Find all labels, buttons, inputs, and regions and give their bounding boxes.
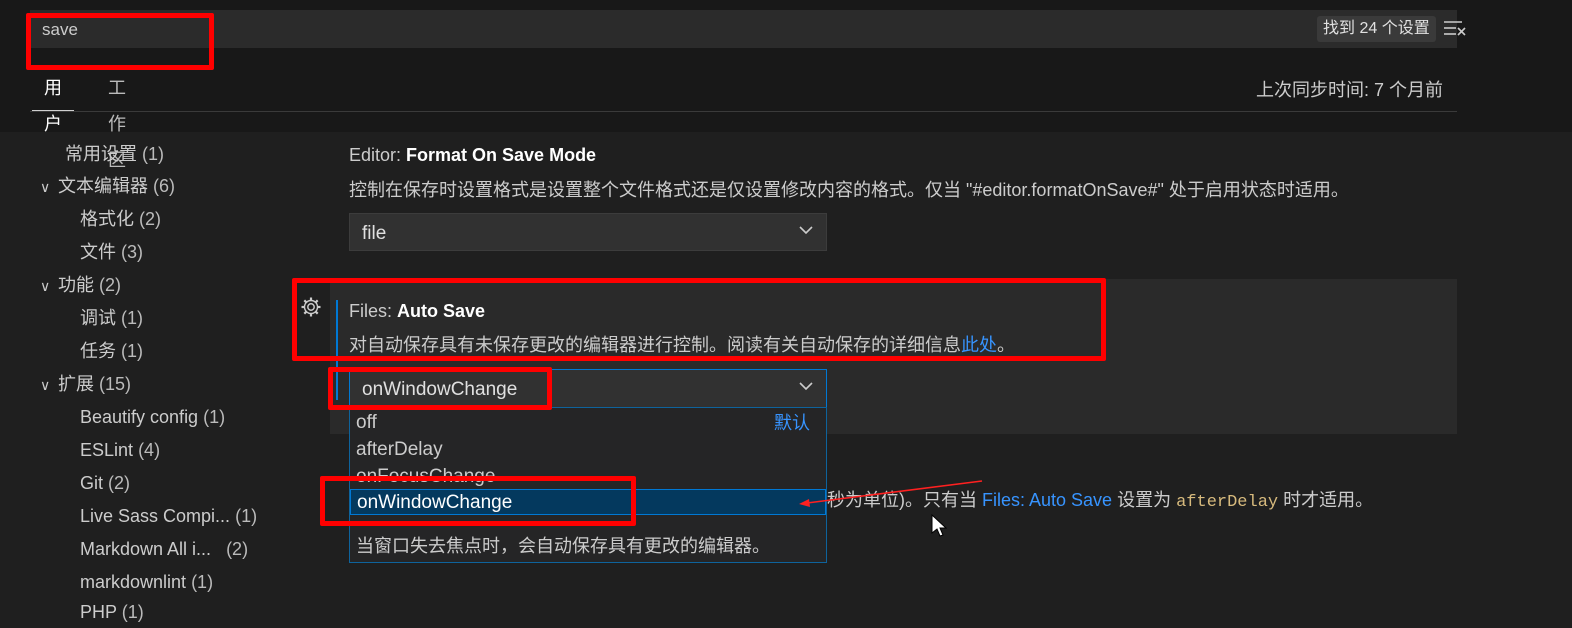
option-label: off <box>356 412 377 433</box>
toc-count: (4) <box>138 440 161 460</box>
setting-category: Editor: <box>349 145 407 165</box>
toc-label: 文本编辑器 <box>58 176 148 196</box>
setting-name: Format On Save Mode <box>406 145 597 165</box>
toc-count: (2) <box>99 275 122 295</box>
tab-workspace[interactable]: 工作区 <box>96 70 138 170</box>
toc-label: Git <box>80 473 104 493</box>
chevron-down-icon: ∨ <box>40 179 51 195</box>
option-on-window-change[interactable]: onWindowChange <box>350 489 826 515</box>
format-on-save-mode-select[interactable]: file <box>349 213 827 251</box>
annotation-arrow <box>799 480 983 507</box>
toc-label: 常用设置 <box>65 144 137 164</box>
toc-count: (2) <box>226 539 249 559</box>
toc-label: 文件 <box>80 242 116 262</box>
auto-save-select[interactable]: onWindowChange <box>349 369 827 408</box>
option-description: 当窗口失去焦点时，会自动保存具有更改的编辑器。 <box>356 536 770 556</box>
sync-time-label: 上次同步时间: 7 个月前 <box>1256 80 1444 100</box>
toc-count: (3) <box>121 242 144 262</box>
tab-divider <box>30 111 1457 112</box>
toc-item-beautify[interactable]: Beautify config (1) <box>80 403 225 433</box>
toc-item-debug[interactable]: 调试 (1) <box>80 304 143 334</box>
description-text-mid: 设置为 <box>1112 490 1177 510</box>
toc-label: Live Sass Compi... <box>80 506 231 526</box>
select-value: file <box>362 223 387 244</box>
settings-search-input[interactable] <box>40 18 1244 42</box>
toc-item-formatting[interactable]: 格式化 (2) <box>80 205 161 235</box>
mouse-cursor-icon <box>931 514 947 537</box>
toc-count: (1) <box>121 341 144 361</box>
toc-item-text-editor[interactable]: ∨ 文本编辑器 (6) <box>40 172 175 202</box>
toc-label: 任务 <box>80 341 116 361</box>
tab-user[interactable]: 用户 <box>32 70 74 134</box>
setting-description-auto-save: 对自动保存具有未保存更改的编辑器进行控制。阅读有关自动保存的详细信息此处。 <box>349 331 1015 357</box>
toc-item-extensions[interactable]: ∨ 扩展 (15) <box>40 370 131 400</box>
description-end: 。 <box>997 335 1015 355</box>
toc-label: 功能 <box>58 275 94 295</box>
toc-count: (1) <box>191 572 214 592</box>
focus-indicator <box>336 300 338 400</box>
toc-count: (1) <box>121 602 144 622</box>
toc-label: 格式化 <box>80 209 134 229</box>
option-off[interactable]: off 默认 <box>350 410 826 436</box>
description-text: 对自动保存具有未保存更改的编辑器进行控制。阅读有关自动保存的详细信息 <box>349 335 961 355</box>
toc-count: (1) <box>203 407 226 427</box>
chevron-down-icon: ∨ <box>40 278 51 294</box>
toc-label: ESLint <box>80 440 134 460</box>
toc-label: PHP <box>80 602 117 622</box>
toc-item-files[interactable]: 文件 (3) <box>80 238 143 268</box>
description-text-end: 时才适用。 <box>1278 490 1374 510</box>
toc-count: (1) <box>142 144 165 164</box>
code-value: afterDelay <box>1176 493 1279 512</box>
toc-item-eslint[interactable]: ESLint (4) <box>80 436 160 466</box>
option-on-focus-change[interactable]: onFocusChange <box>350 464 826 486</box>
toc-label: Beautify config <box>80 407 199 427</box>
option-after-delay[interactable]: afterDelay <box>350 437 826 463</box>
toc-count: (2) <box>139 209 162 229</box>
toc-label: 扩展 <box>58 374 94 394</box>
toc-count: (1) <box>235 506 258 526</box>
toc-label: markdownlint <box>80 572 187 592</box>
setting-name: Auto Save <box>397 301 486 321</box>
chevron-down-icon <box>799 226 813 235</box>
toc-item-markdownlint[interactable]: markdownlint (1) <box>80 568 213 598</box>
toc-item-common[interactable]: 常用设置 (1) <box>65 140 164 170</box>
chevron-down-icon <box>799 382 813 391</box>
toc-count: (2) <box>108 473 131 493</box>
settings-search-box: 找到 24 个设置 <box>30 10 1466 48</box>
toc-item-features[interactable]: ∨ 功能 (2) <box>40 271 121 301</box>
chevron-down-icon: ∨ <box>40 377 51 393</box>
toc-item-live-sass[interactable]: Live Sass Compi... (1) <box>80 502 257 532</box>
gear-icon[interactable] <box>300 296 322 318</box>
select-value: onWindowChange <box>362 379 518 400</box>
toc-count: (1) <box>121 308 144 328</box>
default-tag: 默认 <box>774 413 810 433</box>
toc-item-git[interactable]: Git (2) <box>80 469 130 499</box>
setting-title-auto-save: Files: Auto Save <box>349 301 485 322</box>
toc-item-markdown-all[interactable]: Markdown All i... (2) <box>80 535 248 565</box>
auto-save-details-link[interactable]: 此处 <box>961 335 997 355</box>
setting-category: Files: <box>349 301 398 321</box>
toc-count: (15) <box>99 374 132 394</box>
search-result-count: 找到 24 个设置 <box>1317 16 1436 42</box>
setting-description-format-on-save-mode: 控制在保存时设置格式是设置整个文件格式还是仅设置修改内容的格式。仅当 "#edi… <box>349 180 1349 200</box>
toc-item-php[interactable]: PHP (1) <box>80 598 144 628</box>
clear-filter-icon[interactable] <box>1442 18 1468 40</box>
toc-count: (6) <box>153 176 176 196</box>
toc-label: Markdown All i... <box>80 539 212 559</box>
files-auto-save-link[interactable]: Files: Auto Save <box>982 490 1112 510</box>
setting-title-format-on-save-mode: Editor: Format On Save Mode <box>349 145 596 166</box>
toc-item-tasks[interactable]: 任务 (1) <box>80 337 143 367</box>
toc-label: 调试 <box>80 308 116 328</box>
auto-save-dropdown-list: off 默认 afterDelay onFocusChange onWindowC… <box>349 407 827 563</box>
